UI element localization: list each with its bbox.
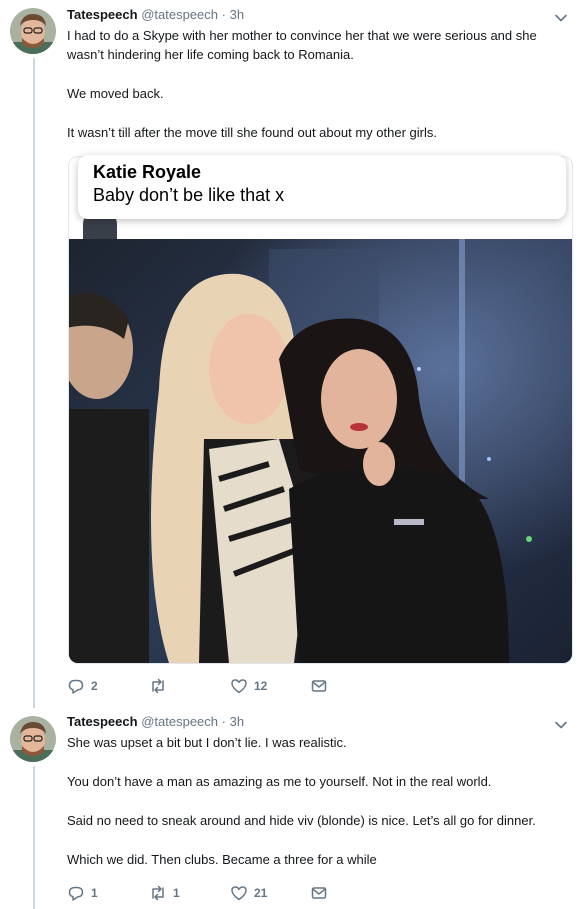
- tweet-paragraph: Which we did. Then clubs. Became a three…: [67, 852, 377, 867]
- envelope-icon: [311, 887, 327, 899]
- thread-line: [33, 58, 35, 708]
- dm-button[interactable]: [310, 676, 328, 696]
- retweet-icon: [152, 885, 164, 901]
- tweet-text: She was upset a bit but I don’t lie. I w…: [67, 733, 577, 869]
- retweet-count: 1: [173, 886, 180, 900]
- timestamp[interactable]: 3h: [230, 714, 244, 729]
- tweet-media[interactable]: [68, 156, 573, 664]
- retweet-icon: [152, 678, 164, 694]
- tweet-actions: 2 12: [67, 676, 367, 696]
- reply-icon: [68, 679, 84, 694]
- tweet-paragraph: It wasn’t till after the move till she f…: [67, 125, 437, 140]
- chevron-down-icon[interactable]: [553, 10, 569, 26]
- separator: ·: [221, 714, 226, 729]
- heart-icon: [231, 886, 247, 901]
- thread-line: [33, 766, 35, 909]
- like-button[interactable]: 12: [230, 676, 267, 696]
- retweet-button[interactable]: 1: [149, 883, 180, 903]
- retweet-button[interactable]: [149, 676, 173, 696]
- reply-button[interactable]: 1: [67, 883, 98, 903]
- reply-button[interactable]: 2: [67, 676, 98, 696]
- tweet-photo[interactable]: [69, 239, 572, 663]
- heart-icon: [231, 679, 247, 694]
- author-handle[interactable]: @tatespeech: [141, 7, 218, 22]
- like-count: 12: [254, 679, 268, 693]
- author-name[interactable]: Tatespeech: [67, 7, 138, 22]
- tweet-paragraph: I had to do a Skype with her mother to c…: [67, 28, 537, 62]
- quote-text: Baby don’t be like that x: [93, 185, 285, 205]
- tweet-header: Tatespeech @tatespeech · 3h: [67, 7, 244, 23]
- tweet-text: I had to do a Skype with her mother to c…: [67, 26, 577, 142]
- author-name[interactable]: Tatespeech: [67, 714, 138, 729]
- separator: ·: [221, 7, 226, 22]
- chevron-down-icon[interactable]: [553, 717, 569, 733]
- tweet-actions: 1 1 21: [67, 883, 367, 903]
- avatar[interactable]: [10, 716, 56, 762]
- timestamp[interactable]: 3h: [230, 7, 244, 22]
- quote-author: Katie Royale: [93, 162, 202, 182]
- author-handle[interactable]: @tatespeech: [141, 714, 218, 729]
- tweet-header: Tatespeech @tatespeech · 3h: [67, 714, 244, 730]
- reply-count: 1: [91, 886, 98, 900]
- dm-button[interactable]: [310, 883, 328, 903]
- envelope-icon: [311, 680, 327, 692]
- tweet-paragraph: She was upset a bit but I don’t lie. I w…: [67, 735, 347, 750]
- reply-count: 2: [91, 679, 98, 693]
- tweet-paragraph: You don’t have a man as amazing as me to…: [67, 774, 492, 789]
- like-button[interactable]: 21: [230, 883, 267, 903]
- quote-card[interactable]: Katie Royale Baby don’t be like that x: [78, 155, 566, 219]
- tweet-paragraph: We moved back.: [67, 86, 164, 101]
- tweet-paragraph: Said no need to sneak around and hide vi…: [67, 813, 536, 828]
- reply-icon: [68, 886, 84, 901]
- like-count: 21: [254, 886, 268, 900]
- avatar[interactable]: [10, 8, 56, 54]
